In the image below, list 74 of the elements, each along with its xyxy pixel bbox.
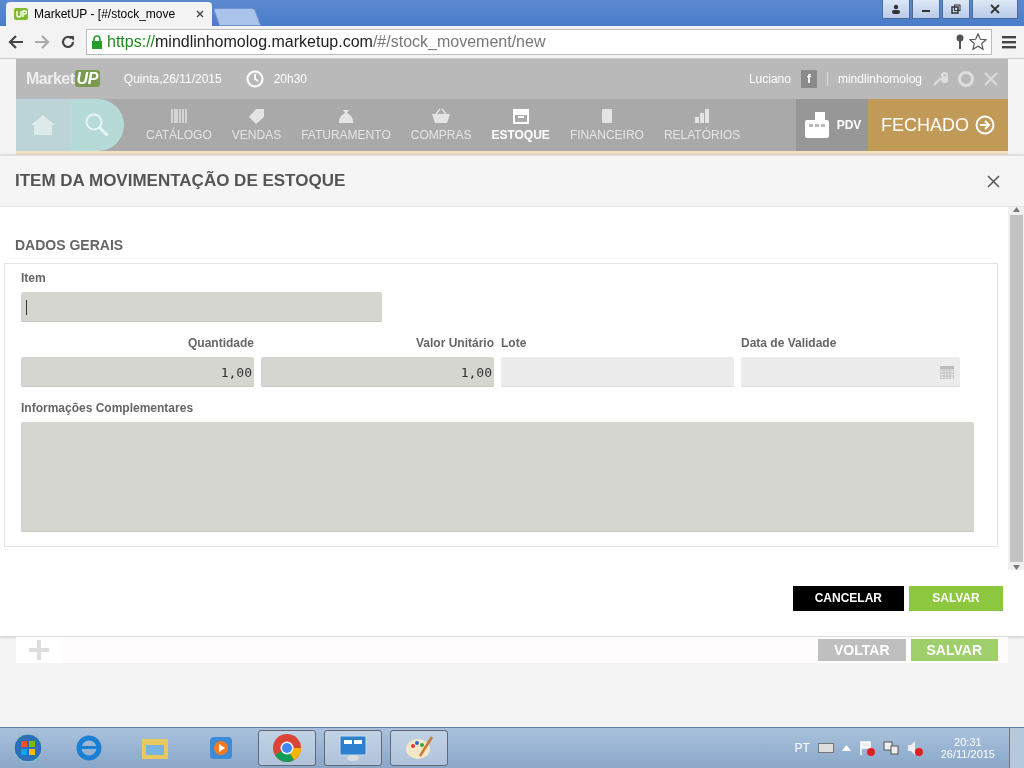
key-icon[interactable]	[955, 34, 965, 50]
box-icon	[510, 108, 531, 124]
close-tab-icon[interactable]	[196, 10, 204, 18]
user-icon[interactable]	[882, 0, 910, 19]
nav-tab[interactable]: ESTOQUE	[481, 99, 560, 151]
nav-tab[interactable]: VENDAS	[221, 99, 292, 151]
show-desktop-button[interactable]	[1009, 728, 1024, 768]
paint-icon[interactable]	[390, 730, 448, 766]
field-label: Informações Complementares	[21, 401, 195, 415]
chrome-taskbar-icon[interactable]	[258, 730, 316, 766]
store-status-button[interactable]: FECHADO	[868, 99, 1008, 151]
show-hidden-icons-icon[interactable]	[841, 745, 851, 751]
date-field[interactable]	[741, 357, 960, 387]
speaker-muted-icon[interactable]	[906, 740, 923, 756]
search-button[interactable]	[70, 99, 124, 151]
clock-date[interactable]: 26/11/2015	[940, 748, 995, 760]
star-icon[interactable]	[969, 33, 987, 51]
clock-time[interactable]: 20:31	[954, 736, 982, 748]
nav-tab[interactable]: RELATÓRIOS	[653, 99, 751, 151]
facebook-button[interactable]: f	[800, 70, 817, 88]
text-field[interactable]	[501, 357, 734, 387]
save-button[interactable]: SALVAR	[910, 639, 998, 661]
field-label: Valor Unitário	[414, 336, 494, 350]
close-icon[interactable]	[987, 174, 1000, 188]
back-icon[interactable]	[8, 35, 24, 49]
section-title: DADOS GERAIS	[14, 237, 125, 253]
time-text: 20h30	[273, 72, 308, 86]
flag-icon[interactable]	[858, 740, 875, 756]
minimize-icon[interactable]	[912, 0, 940, 19]
language-indicator[interactable]: PT	[794, 741, 810, 755]
search-icon	[84, 112, 110, 138]
tag-icon	[246, 108, 267, 124]
favicon-icon	[14, 8, 28, 20]
scroll-down-icon[interactable]	[1012, 565, 1020, 570]
lock-icon	[91, 35, 103, 49]
cancel-button[interactable]: CANCELAR	[792, 585, 904, 611]
number-field[interactable]: 1,00	[261, 357, 494, 387]
scrollbar[interactable]	[1008, 207, 1024, 570]
date-text: Quinta,26/11/2015	[123, 72, 222, 86]
dialog-title: ITEM DA MOVIMENTAÇÃO DE ESTOQUE	[15, 171, 346, 191]
pdv-button[interactable]: PDV	[796, 99, 868, 151]
save-button[interactable]: SALVAR	[909, 585, 1003, 611]
new-tab-button[interactable]	[212, 8, 262, 26]
barcode-icon	[168, 108, 189, 124]
url-text: https://mindlinhomolog.marketup.com/#/stock_movement/new	[107, 33, 546, 51]
arrow-circle-icon	[975, 115, 995, 135]
nav-tab[interactable]: CATÁLOGO	[136, 99, 222, 151]
basket-icon	[431, 108, 452, 124]
nav-tab[interactable]: COMPRAS	[400, 99, 482, 151]
browser-tab[interactable]: MarketUP - [#/stock_move	[6, 2, 212, 26]
restore-icon[interactable]	[942, 0, 970, 19]
menu-icon[interactable]	[1002, 35, 1016, 49]
user-name[interactable]: Luciano	[748, 72, 791, 86]
cash-register-icon	[802, 111, 831, 139]
close-icon[interactable]	[972, 0, 1018, 19]
nav-tab[interactable]: FATURAMENTO	[291, 99, 401, 151]
item-field[interactable]	[21, 292, 382, 322]
field-label: Item	[21, 271, 47, 285]
field-label: Lote	[501, 336, 528, 350]
network-icon[interactable]	[882, 740, 899, 756]
reload-icon[interactable]	[60, 34, 76, 50]
clock-icon	[245, 70, 264, 88]
address-bar[interactable]: https://mindlinhomolog.marketup.com/#/stock_movement/new	[86, 29, 992, 55]
field-label: Data de Validade	[741, 336, 838, 350]
number-field[interactable]: 1,00	[21, 357, 254, 387]
notes-field[interactable]	[21, 422, 974, 532]
field-label: Quantidade	[187, 336, 254, 350]
remote-desktop-icon[interactable]	[324, 730, 382, 766]
back-button[interactable]: VOLTAR	[818, 639, 906, 661]
forward-icon[interactable]	[34, 35, 50, 49]
home-icon	[30, 114, 56, 136]
nav-tab[interactable]: FINANCEIRO	[559, 99, 654, 151]
keyboard-icon[interactable]	[817, 743, 834, 753]
account-name[interactable]: mindlinhomolog	[826, 72, 922, 86]
